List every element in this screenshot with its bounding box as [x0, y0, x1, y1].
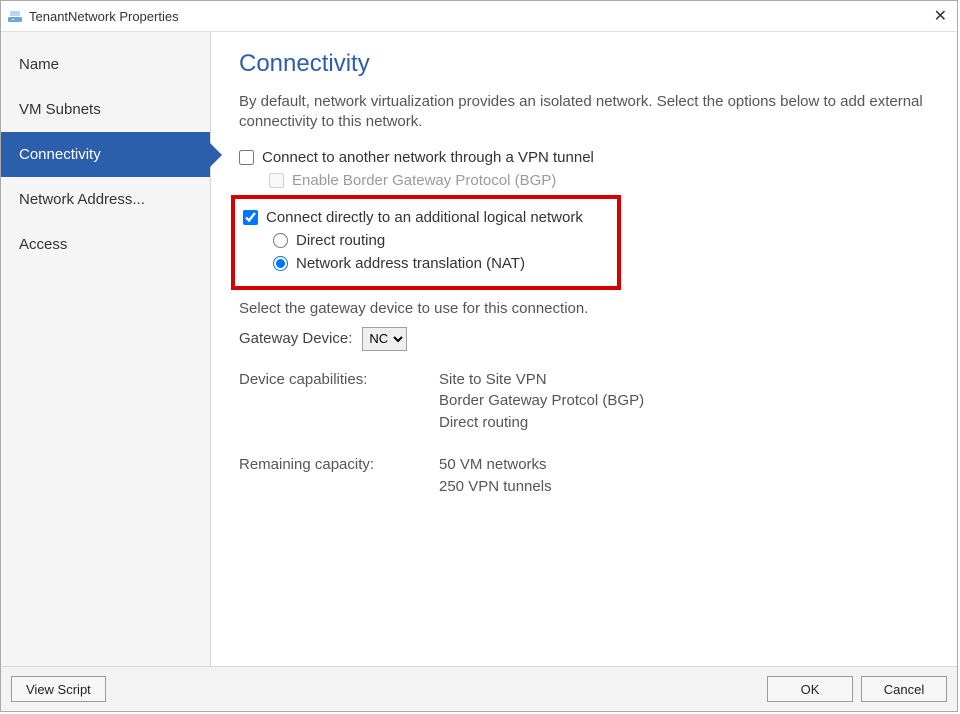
nat-row: Network address translation (NAT): [273, 255, 609, 272]
remaining-capacity-values: 50 VM networks 250 VPN tunnels: [439, 454, 933, 498]
close-icon[interactable]: ✕: [930, 6, 951, 26]
bgp-label: Enable Border Gateway Protocol (BGP): [292, 172, 556, 189]
dialog-window: TenantNetwork Properties ✕ Name VM Subne…: [0, 0, 958, 712]
sidebar-item-label: Connectivity: [19, 146, 101, 163]
app-icon: [7, 8, 23, 24]
cancel-button[interactable]: Cancel: [861, 676, 947, 702]
gateway-help-text: Select the gateway device to use for thi…: [239, 300, 933, 317]
capability-line: Border Gateway Protcol (BGP): [439, 390, 933, 412]
gateway-device-row: Gateway Device: NC: [239, 327, 933, 351]
sidebar-item-label: VM Subnets: [19, 101, 101, 118]
sidebar-item-name[interactable]: Name: [1, 42, 210, 87]
capability-line: Direct routing: [439, 412, 933, 434]
remaining-capacity-label: Remaining capacity:: [239, 454, 419, 498]
vpn-checkbox[interactable]: [239, 150, 254, 165]
device-capabilities-label: Device capabilities:: [239, 369, 419, 434]
sidebar-item-access[interactable]: Access: [1, 222, 210, 267]
direct-connect-row: Connect directly to an additional logica…: [243, 209, 609, 226]
content-pane: Connectivity By default, network virtual…: [211, 32, 957, 666]
direct-routing-label: Direct routing: [296, 232, 385, 249]
dialog-footer: View Script OK Cancel: [1, 666, 957, 711]
sidebar-item-label: Network Address...: [19, 191, 145, 208]
direct-routing-row: Direct routing: [273, 232, 609, 249]
sidebar-item-network-address[interactable]: Network Address...: [1, 177, 210, 222]
vpn-label: Connect to another network through a VPN…: [262, 149, 594, 166]
bgp-checkbox: [269, 173, 284, 188]
remaining-line: 50 VM networks: [439, 454, 933, 476]
nat-label: Network address translation (NAT): [296, 255, 525, 272]
sidebar-item-connectivity[interactable]: Connectivity: [1, 132, 210, 177]
highlight-annotation: Connect directly to an additional logica…: [231, 195, 621, 290]
page-description: By default, network virtualization provi…: [239, 92, 933, 133]
sidebar-item-label: Access: [19, 236, 67, 253]
sidebar-item-label: Name: [19, 56, 59, 73]
direct-connect-label: Connect directly to an additional logica…: [266, 209, 583, 226]
direct-routing-radio[interactable]: [273, 233, 288, 248]
dialog-body: Name VM Subnets Connectivity Network Add…: [1, 32, 957, 666]
gateway-device-label: Gateway Device:: [239, 330, 352, 347]
sidebar-item-vm-subnets[interactable]: VM Subnets: [1, 87, 210, 132]
window-title: TenantNetwork Properties: [29, 9, 930, 24]
gateway-device-select[interactable]: NC: [362, 327, 407, 351]
capability-line: Site to Site VPN: [439, 369, 933, 391]
capabilities-table: Device capabilities: Site to Site VPN Bo…: [239, 369, 933, 498]
page-heading: Connectivity: [239, 50, 933, 78]
remaining-line: 250 VPN tunnels: [439, 476, 933, 498]
ok-button[interactable]: OK: [767, 676, 853, 702]
vpn-option-row: Connect to another network through a VPN…: [239, 149, 933, 166]
device-capabilities-values: Site to Site VPN Border Gateway Protcol …: [439, 369, 933, 434]
title-bar: TenantNetwork Properties ✕: [1, 1, 957, 32]
direct-connect-checkbox[interactable]: [243, 210, 258, 225]
nat-radio[interactable]: [273, 256, 288, 271]
sidebar: Name VM Subnets Connectivity Network Add…: [1, 32, 211, 666]
bgp-option-row: Enable Border Gateway Protocol (BGP): [269, 172, 933, 189]
view-script-button[interactable]: View Script: [11, 676, 106, 702]
